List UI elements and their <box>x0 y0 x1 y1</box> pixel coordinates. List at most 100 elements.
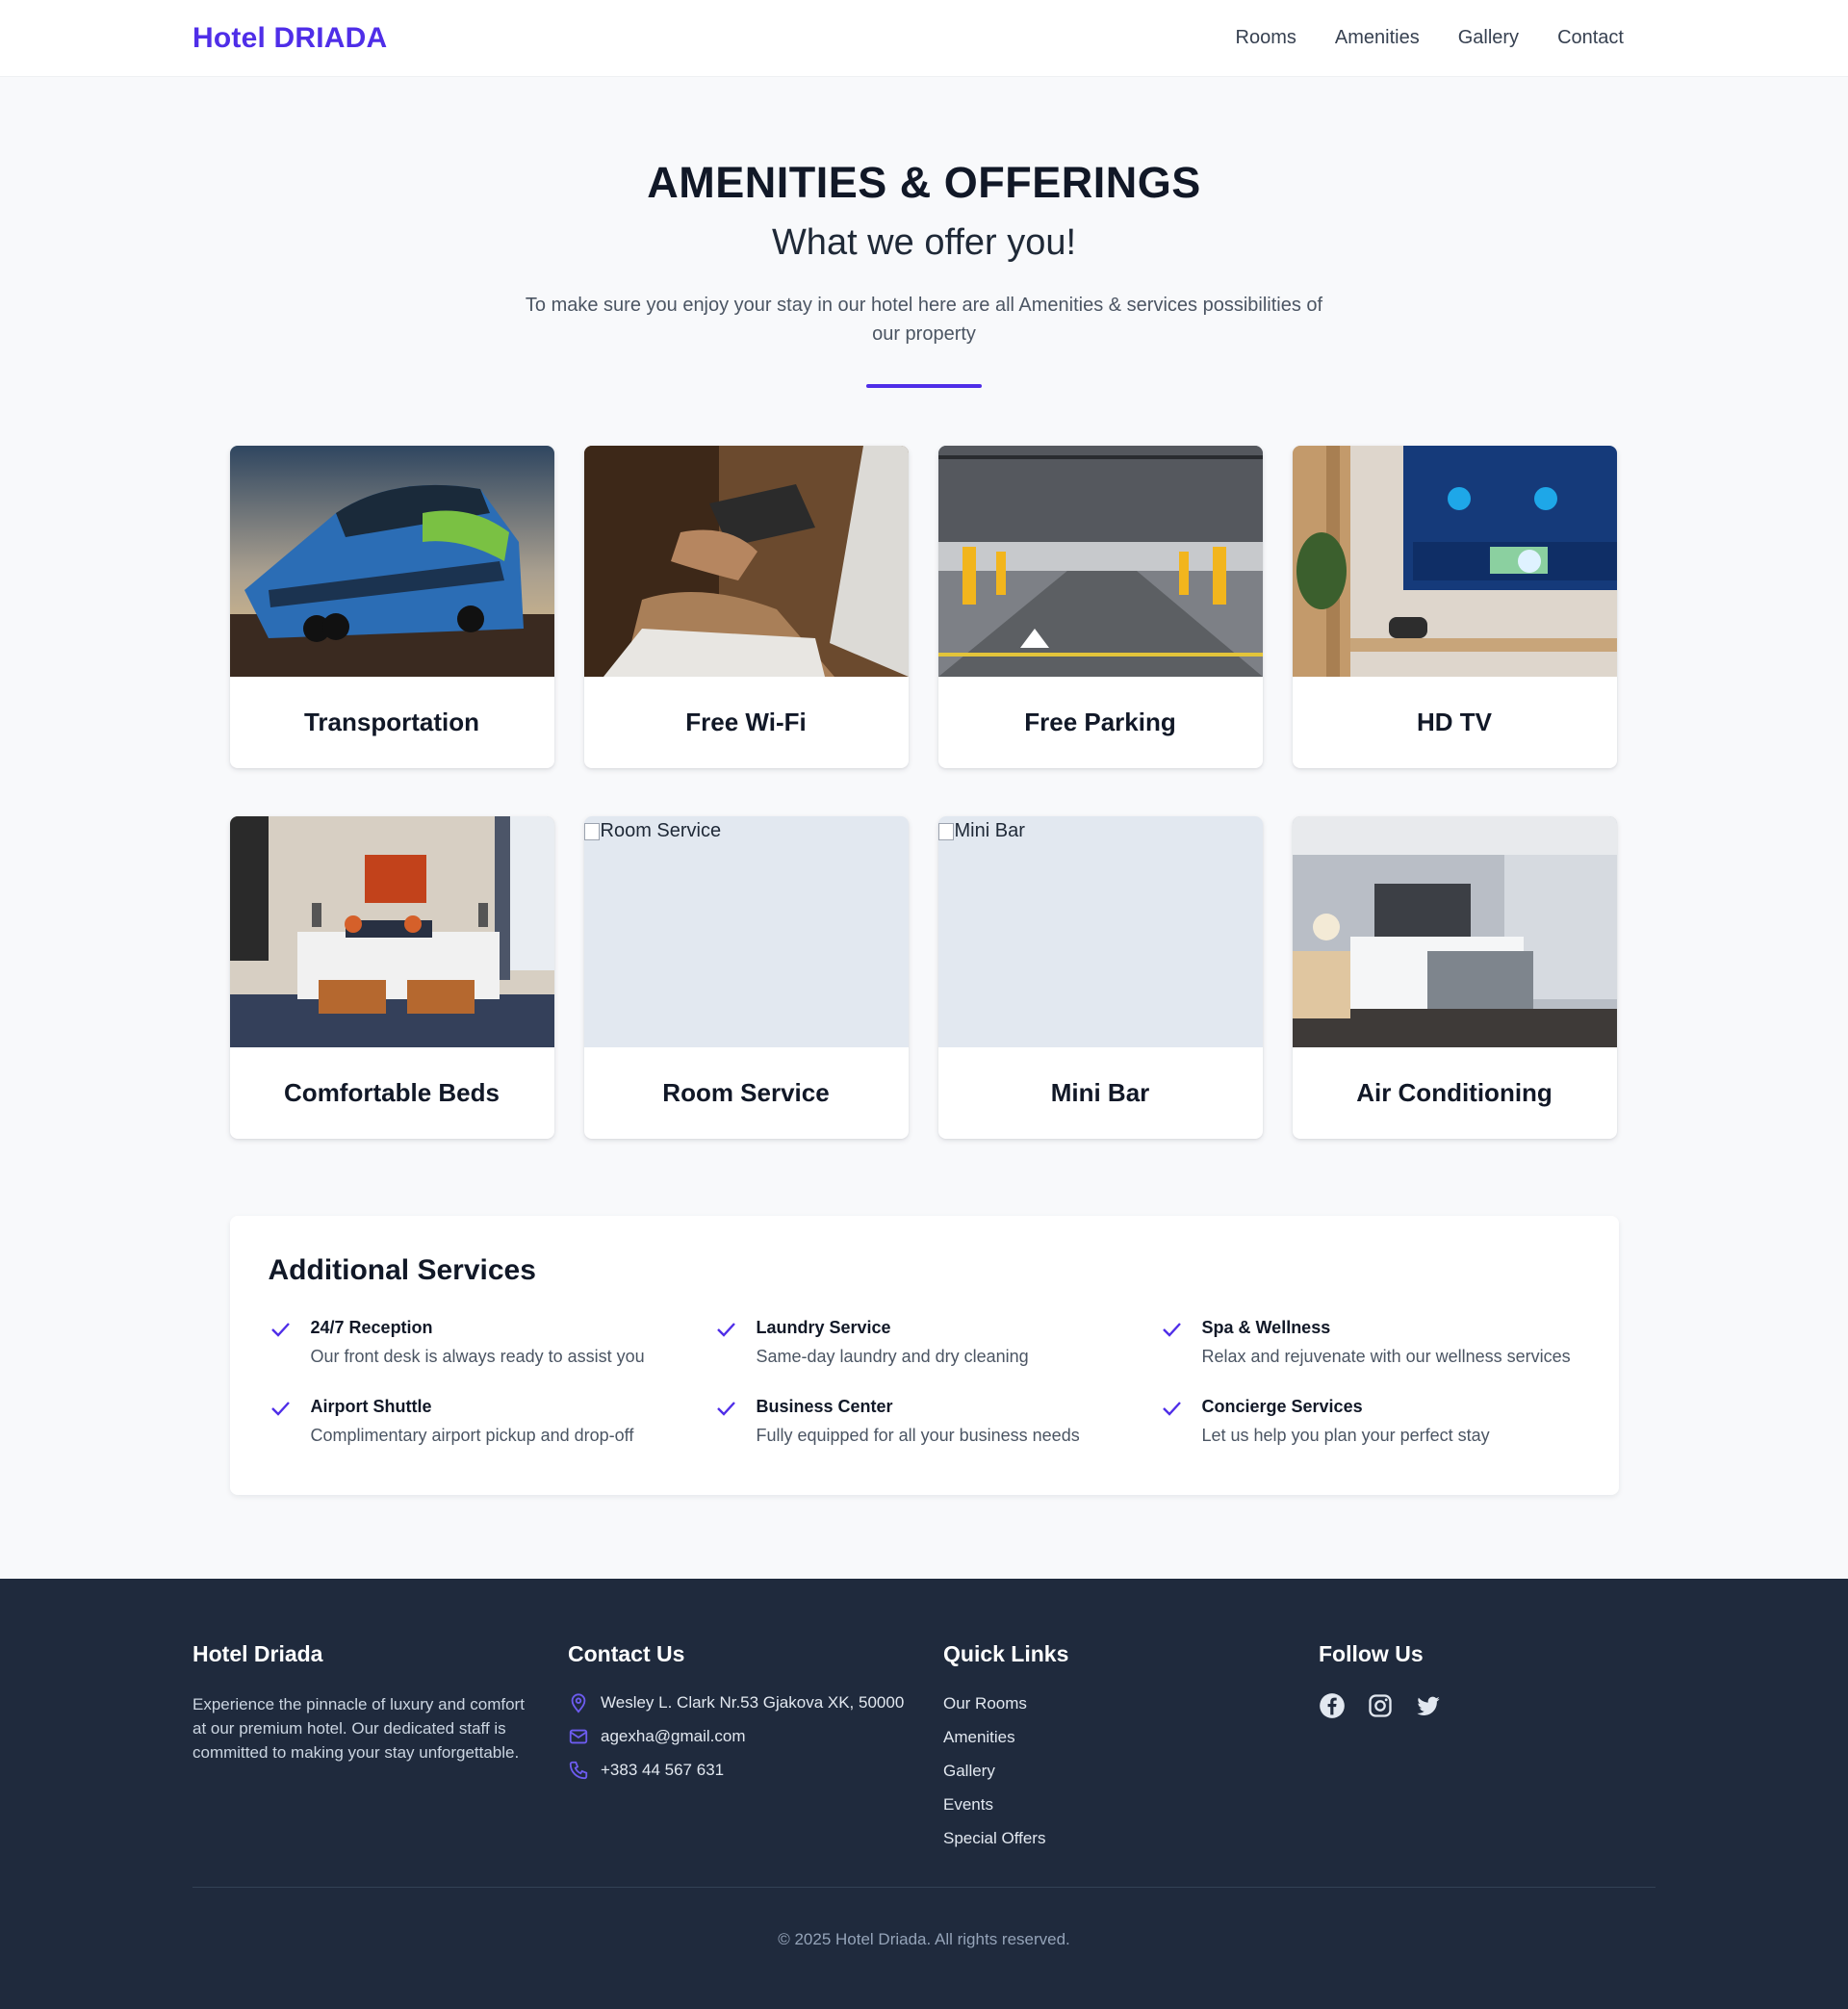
amenity-card-beds[interactable]: Comfortable Beds <box>229 816 554 1139</box>
service-item: Business Center Fully equipped for all y… <box>714 1395 1160 1447</box>
service-item: Airport Shuttle Complimentary airport pi… <box>269 1395 714 1447</box>
accent-divider <box>866 384 982 388</box>
amenity-title: Comfortable Beds <box>284 1078 500 1107</box>
check-icon <box>269 1395 311 1447</box>
email-text[interactable]: agexha@gmail.com <box>601 1727 746 1746</box>
amenity-card-parking[interactable]: Free Parking <box>937 446 1263 768</box>
address-text: Wesley L. Clark Nr.53 Gjakova XK, 50000 <box>601 1693 905 1712</box>
amenity-title: Air Conditioning <box>1356 1078 1553 1107</box>
page-title: AMENITIES & OFFERINGS <box>647 158 1201 207</box>
twitter-icon[interactable] <box>1415 1692 1442 1719</box>
mail-icon <box>569 1729 588 1744</box>
footer-quick-links: Quick Links Our Rooms Amenities Gallery … <box>943 1641 1319 1861</box>
check-icon <box>269 1316 311 1368</box>
broken-image-alt: Mini Bar <box>937 820 1025 842</box>
broken-image-icon <box>937 822 954 840</box>
nav-link-rooms[interactable]: Rooms <box>1236 27 1296 49</box>
check-icon <box>1160 1316 1202 1368</box>
broken-image-alt: Room Service <box>583 820 722 842</box>
amenity-card-room-service[interactable]: Room Service Room Service <box>583 816 909 1139</box>
instagram-icon[interactable] <box>1367 1692 1394 1719</box>
amenity-title: Mini Bar <box>1050 1078 1150 1107</box>
nav-link-contact[interactable]: Contact <box>1557 27 1624 49</box>
main-nav: Rooms Amenities Gallery Contact <box>1236 27 1624 49</box>
service-description: Complimentary airport pickup and drop-of… <box>310 1426 634 1445</box>
footer-link-our-rooms[interactable]: Our Rooms <box>943 1692 1319 1714</box>
service-description: Let us help you plan your perfect stay <box>1201 1426 1490 1445</box>
footer-divider <box>192 1887 1656 1888</box>
phone-text[interactable]: +383 44 567 631 <box>601 1761 724 1780</box>
social-links <box>1319 1692 1656 1719</box>
service-name: Concierge Services <box>1201 1397 1363 1416</box>
service-name: 24/7 Reception <box>310 1318 433 1337</box>
footer-follow-title: Follow Us <box>1319 1641 1424 1666</box>
footer-follow: Follow Us <box>1319 1641 1656 1861</box>
smart-tv-photo <box>1292 446 1617 677</box>
image-alt-text: Room Service <box>600 820 722 841</box>
footer-about: Hotel Driada Experience the pinnacle of … <box>192 1641 568 1861</box>
section-title: Additional Services <box>268 1254 536 1286</box>
amenity-title: HD TV <box>1417 708 1492 736</box>
site-footer: Hotel Driada Experience the pinnacle of … <box>0 1579 1848 2009</box>
service-description: Fully equipped for all your business nee… <box>756 1426 1080 1445</box>
amenities-intro: AMENITIES & OFFERINGS What we offer you!… <box>0 77 1848 388</box>
service-description: Our front desk is always ready to assist… <box>310 1347 645 1366</box>
amenity-title: Free Parking <box>1024 708 1176 736</box>
service-name: Airport Shuttle <box>310 1397 432 1416</box>
nav-link-gallery[interactable]: Gallery <box>1458 27 1519 49</box>
copyright-text: © 2025 Hotel Driada. All rights reserved… <box>778 1930 1070 1948</box>
laptop-card-photo <box>583 446 909 677</box>
nav-link-amenities[interactable]: Amenities <box>1335 27 1420 49</box>
footer-link-amenities[interactable]: Amenities <box>943 1726 1319 1748</box>
facebook-icon[interactable] <box>1319 1692 1346 1719</box>
service-name: Spa & Wellness <box>1201 1318 1331 1337</box>
amenity-card-hdtv[interactable]: HD TV <box>1292 446 1617 768</box>
amenities-grid: Transportation Free Wi-Fi Free Parking H… <box>229 446 1619 1139</box>
amenity-card-wifi[interactable]: Free Wi-Fi <box>583 446 909 768</box>
footer-contact-title: Contact Us <box>568 1641 685 1666</box>
check-icon <box>714 1395 757 1447</box>
amenity-title: Free Wi-Fi <box>685 708 807 736</box>
services-list: 24/7 Reception Our front desk is always … <box>269 1316 1580 1447</box>
additional-services-panel: Additional Services 24/7 Reception Our f… <box>229 1216 1619 1495</box>
check-icon <box>714 1316 757 1368</box>
location-pin-icon <box>571 1693 586 1713</box>
bedroom-photo <box>229 816 554 1047</box>
footer-about-text: Experience the pinnacle of luxury and co… <box>192 1695 525 1762</box>
check-icon <box>1160 1395 1202 1447</box>
page-description: To make sure you enjoy your stay in our … <box>525 295 1323 345</box>
phone-icon <box>569 1761 588 1780</box>
service-item: Concierge Services Let us help you plan … <box>1160 1395 1605 1447</box>
service-name: Business Center <box>756 1397 893 1416</box>
footer-contact: Contact Us Wesley L. Clark Nr.53 Gjakova… <box>568 1641 943 1861</box>
contact-phone[interactable]: +383 44 567 631 <box>568 1760 943 1781</box>
mini-bar-image-placeholder: Mini Bar <box>937 816 1263 1047</box>
amenity-title: Room Service <box>662 1078 830 1107</box>
bus-photo <box>229 446 554 677</box>
hotel-room-photo <box>1292 816 1617 1047</box>
footer-link-events[interactable]: Events <box>943 1793 1319 1816</box>
service-item: 24/7 Reception Our front desk is always … <box>269 1316 714 1368</box>
footer-links-title: Quick Links <box>943 1641 1069 1666</box>
room-service-image-placeholder: Room Service <box>583 816 909 1047</box>
service-description: Relax and rejuvenate with our wellness s… <box>1201 1347 1571 1366</box>
service-item: Spa & Wellness Relax and rejuvenate with… <box>1160 1316 1605 1368</box>
broken-image-icon <box>583 822 600 840</box>
contact-email[interactable]: agexha@gmail.com <box>568 1726 943 1747</box>
contact-address: Wesley L. Clark Nr.53 Gjakova XK, 50000 <box>568 1692 943 1713</box>
amenity-card-mini-bar[interactable]: Mini Bar Mini Bar <box>937 816 1263 1139</box>
page-subtitle: What we offer you! <box>771 222 1077 263</box>
image-alt-text: Mini Bar <box>954 820 1025 841</box>
footer-link-special-offers[interactable]: Special Offers <box>943 1827 1319 1849</box>
amenity-card-transportation[interactable]: Transportation <box>229 446 554 768</box>
amenity-title: Transportation <box>303 708 479 736</box>
amenity-card-air-conditioning[interactable]: Air Conditioning <box>1292 816 1617 1139</box>
service-item: Laundry Service Same-day laundry and dry… <box>714 1316 1160 1368</box>
footer-link-gallery[interactable]: Gallery <box>943 1760 1319 1782</box>
parking-garage-photo <box>937 446 1263 677</box>
brand-logo[interactable]: Hotel DRIADA <box>192 22 387 55</box>
service-description: Same-day laundry and dry cleaning <box>756 1347 1029 1366</box>
footer-about-title: Hotel Driada <box>192 1641 323 1666</box>
top-navbar: Hotel DRIADA Rooms Amenities Gallery Con… <box>0 0 1848 77</box>
service-name: Laundry Service <box>756 1318 891 1337</box>
